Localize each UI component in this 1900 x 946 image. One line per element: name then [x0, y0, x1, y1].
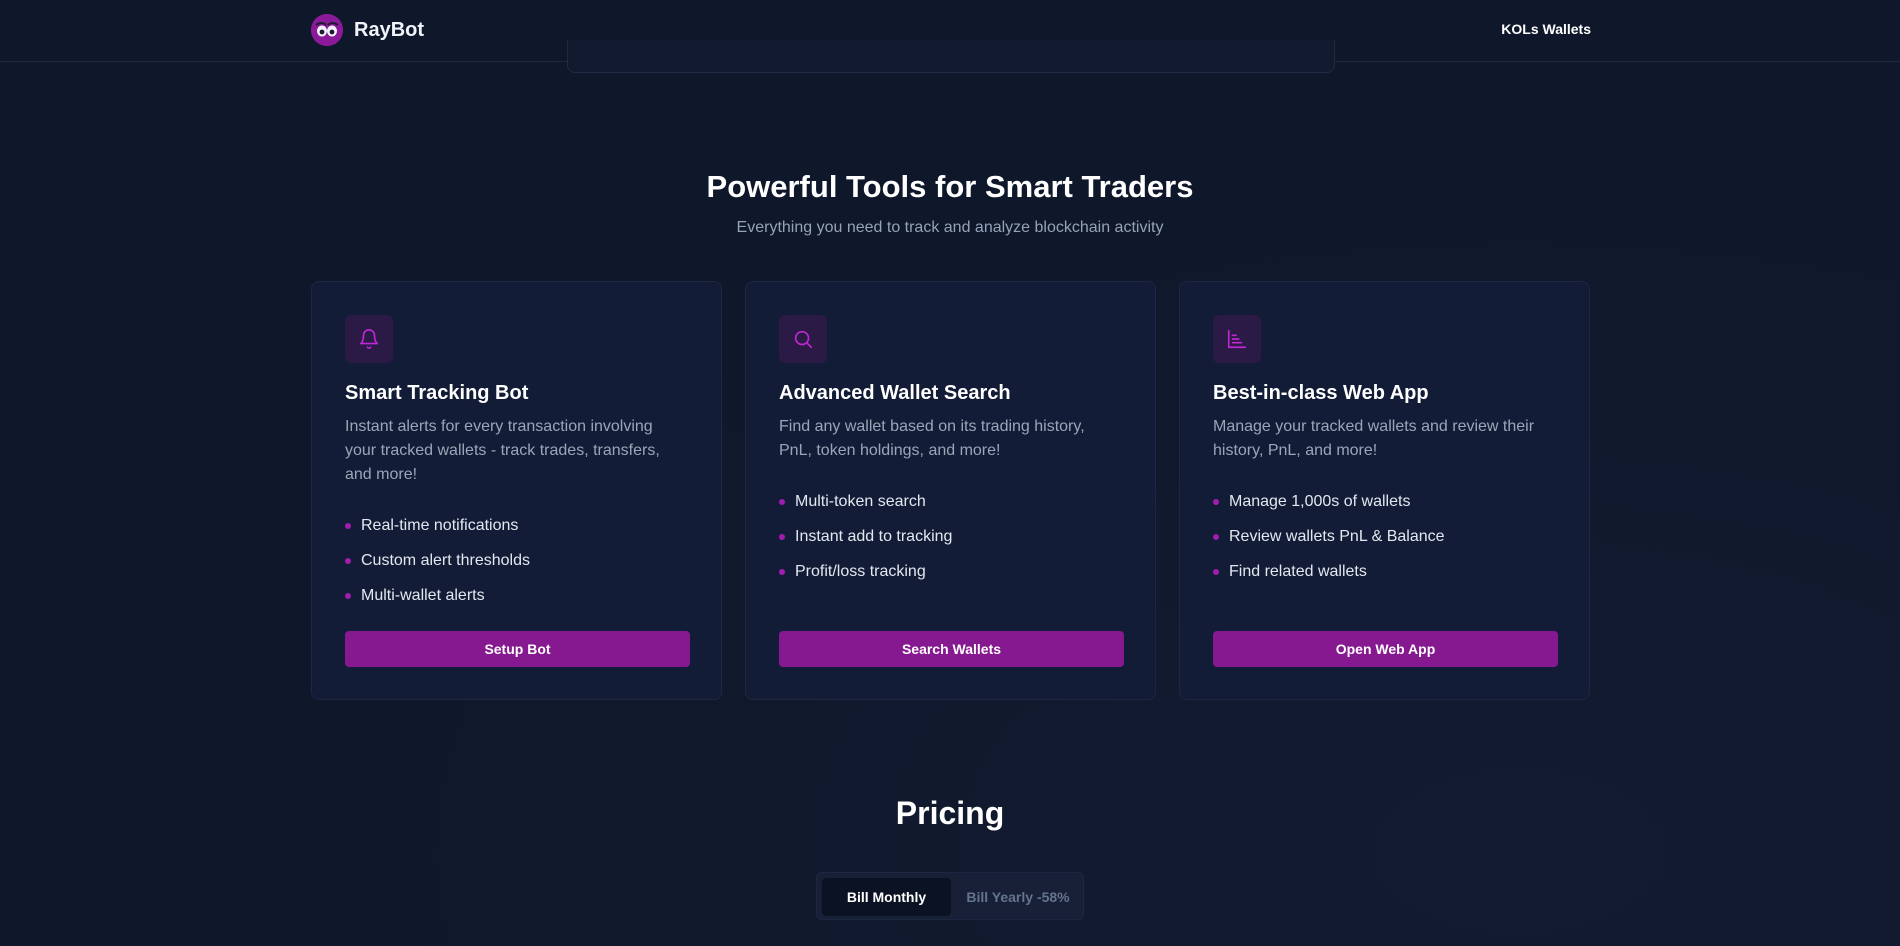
bullet-dot	[1213, 499, 1219, 505]
feature-card-tracking-bot: Smart Tracking Bot Instant alerts for ev…	[311, 281, 722, 700]
list-item: Find related wallets	[1213, 560, 1445, 595]
pricing-title: Pricing	[895, 795, 1005, 831]
setup-bot-button[interactable]: Setup Bot	[345, 631, 690, 667]
list-item: Instant add to tracking	[779, 525, 952, 560]
feature-list: Manage 1,000s of wallets Review wallets …	[1213, 490, 1445, 595]
bullet-dot	[1213, 534, 1219, 540]
previous-section-card-edge	[567, 40, 1335, 73]
bullet-dot	[1213, 569, 1219, 575]
list-item: Multi-token search	[779, 490, 952, 525]
list-item: Profit/loss tracking	[779, 560, 952, 595]
bullet-dot	[779, 499, 785, 505]
card-title: Best-in-class Web App	[1213, 382, 1429, 404]
page: RayBot KOLs Wallets Powerful Tools for S…	[0, 0, 1900, 946]
list-item: Multi-wallet alerts	[345, 584, 530, 619]
open-web-app-button[interactable]: Open Web App	[1213, 631, 1558, 667]
bullet-dot	[345, 593, 351, 599]
card-description: Find any wallet based on its trading his…	[779, 418, 1085, 459]
bullet-dot	[779, 569, 785, 575]
bar-chart-icon	[1213, 315, 1261, 363]
feature-list: Multi-token search Instant add to tracki…	[779, 490, 952, 595]
card-description: Manage your tracked wallets and review t…	[1213, 418, 1535, 459]
features-title: Powerful Tools for Smart Traders	[706, 169, 1194, 204]
list-item: Real-time notifications	[345, 514, 530, 549]
feature-card-web-app: Best-in-class Web App Manage your tracke…	[1179, 281, 1590, 700]
bell-icon	[345, 315, 393, 363]
bill-yearly-option[interactable]: Bill Yearly -58%	[955, 878, 1081, 916]
brand-link[interactable]: RayBot	[311, 14, 424, 46]
feature-card-wallet-search: Advanced Wallet Search Find any wallet b…	[745, 281, 1156, 700]
brand-name: RayBot	[354, 18, 425, 41]
bill-monthly-option[interactable]: Bill Monthly	[822, 878, 951, 916]
feature-list: Real-time notifications Custom alert thr…	[345, 514, 530, 619]
list-item: Custom alert thresholds	[345, 549, 530, 584]
nav-kols-wallets-link[interactable]: KOLs Wallets	[1501, 21, 1591, 37]
search-icon	[779, 315, 827, 363]
search-wallets-button[interactable]: Search Wallets	[779, 631, 1124, 667]
card-title: Smart Tracking Bot	[345, 382, 529, 404]
card-description: Instant alerts for every transaction inv…	[345, 418, 660, 483]
bullet-dot	[345, 523, 351, 529]
bullet-dot	[345, 558, 351, 564]
card-title: Advanced Wallet Search	[779, 382, 1011, 404]
list-item: Manage 1,000s of wallets	[1213, 490, 1445, 525]
features-subtitle: Everything you need to track and analyze…	[736, 219, 1164, 236]
bullet-dot	[779, 534, 785, 540]
list-item: Review wallets PnL & Balance	[1213, 525, 1445, 560]
billing-toggle: Bill Monthly Bill Yearly -58%	[816, 872, 1084, 920]
raybot-logo-icon	[311, 14, 343, 46]
